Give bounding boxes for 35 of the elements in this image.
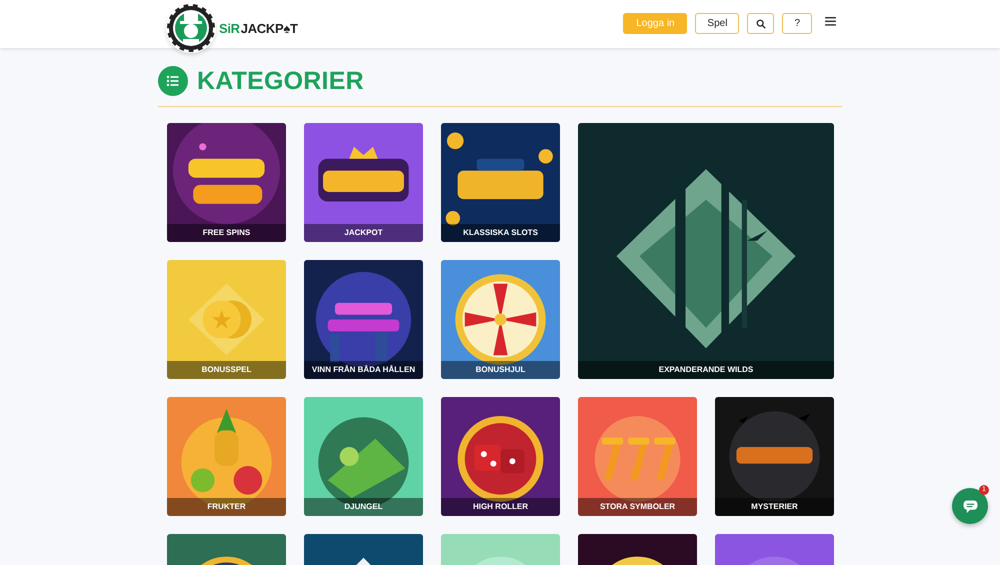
category-tile[interactable]: MYSTERIER [715,397,834,516]
chat-icon [962,500,978,512]
tile-label: EXPANDERANDE WILDS [578,361,834,379]
nav-button[interactable]: Spel [695,13,740,34]
logo-text[interactable]: SiRJACKP♠T [219,21,298,36]
tile-label: FRUKTER [167,498,286,516]
search-button[interactable] [747,13,774,34]
tile-label: STORA SYMBOLER [578,498,697,516]
tile-label: BONUSSPEL [167,361,286,379]
chat-button[interactable] [952,488,988,524]
tile-label: FREE SPINS [167,224,286,242]
tile-label: MYSTERIER [715,498,834,516]
page-heading: KATEGORIER [197,66,364,96]
category-tile[interactable]: EXPANDERANDE WILDS [578,123,834,379]
gentleman-logo-icon[interactable] [166,3,216,53]
category-tile[interactable]: FRUKTER [167,397,286,516]
category-tile[interactable]: HIGH ROLLER [441,397,560,516]
category-tile[interactable]: JACKPOT [304,123,423,242]
category-tile[interactable]: BONUSSPEL [167,260,286,379]
menu-icon[interactable] [825,17,836,26]
tile-label: HIGH ROLLER [441,498,560,516]
tile-label: DJUNGEL [304,498,423,516]
category-tile[interactable]: KLASSISKA SLOTS [441,123,560,242]
tile-label: KLASSISKA SLOTS [441,224,560,242]
tile-label: JACKPOT [304,224,423,242]
search-icon [756,18,766,28]
category-tile[interactable]: DJUNGEL [304,397,423,516]
category-tile[interactable]: BONUSHJUL [441,260,560,379]
category-tile[interactable]: VINN FRÅN BÅDA HÅLLEN [304,260,423,379]
list-icon [158,66,188,96]
nav-button[interactable]: ? [782,13,812,34]
tile-label: BONUSHJUL [441,361,560,379]
tile-label: VINN FRÅN BÅDA HÅLLEN [304,361,423,379]
category-tile[interactable]: FREE SPINS [167,123,286,242]
category-tile[interactable]: STORA SYMBOLER [578,397,697,516]
